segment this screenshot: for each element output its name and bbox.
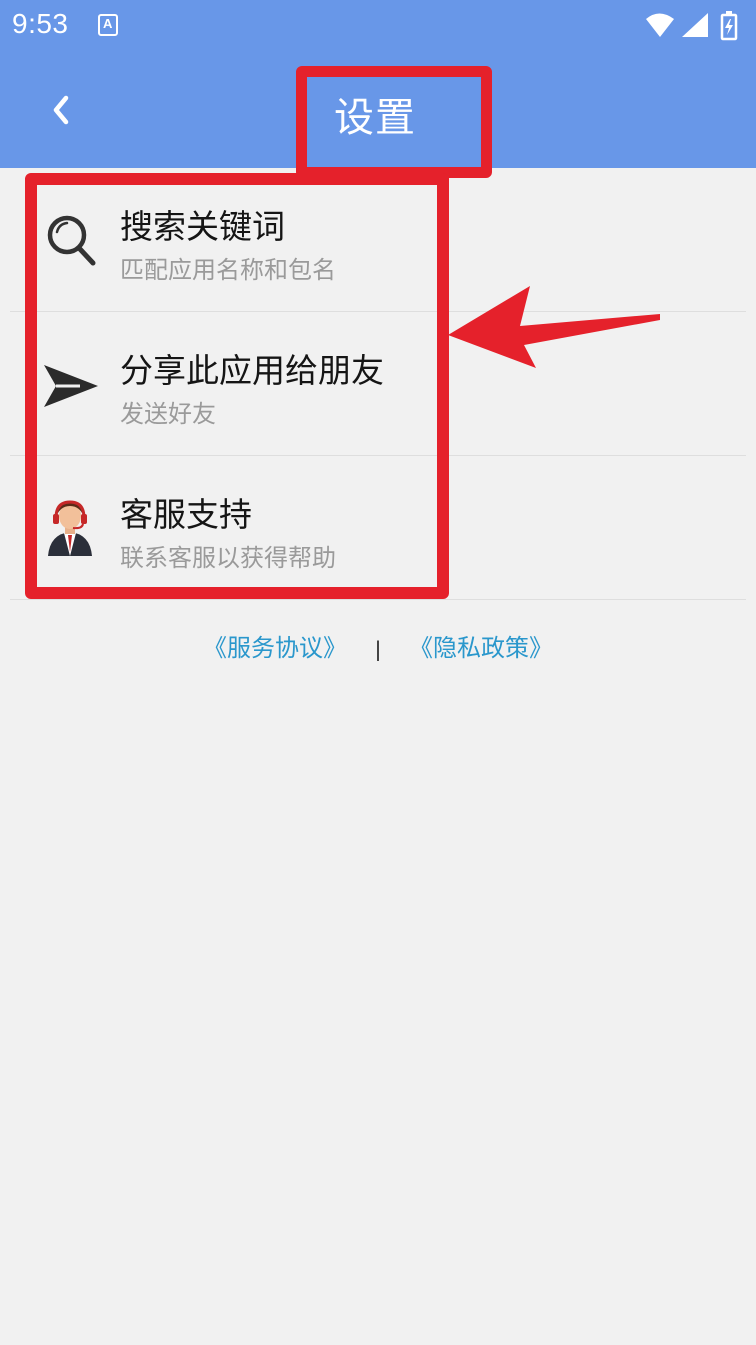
footer-links: 《服务协议》 | 《隐私政策》 — [0, 628, 756, 663]
annotation-arrow-icon — [448, 286, 660, 368]
back-button[interactable] — [40, 88, 84, 132]
notification-letter: A — [103, 16, 113, 31]
wifi-icon — [646, 13, 674, 37]
privacy-policy-link[interactable]: 《隐私政策》 — [409, 634, 553, 662]
status-time: 9:53 — [12, 8, 69, 39]
notification-icon: A — [98, 14, 118, 36]
list-highlight-box — [25, 173, 449, 599]
footer-separator: | — [374, 637, 382, 661]
page-title: 设置 — [334, 95, 416, 141]
cellular-signal-icon — [682, 13, 708, 37]
status-icons — [646, 11, 738, 41]
chevron-left-icon — [53, 95, 69, 125]
app-bar: 9:53 A 设置 — [0, 0, 756, 178]
title-highlight-box: 设置 — [296, 66, 492, 178]
service-agreement-link[interactable]: 《服务协议》 — [203, 634, 347, 662]
battery-charging-icon — [720, 11, 738, 41]
